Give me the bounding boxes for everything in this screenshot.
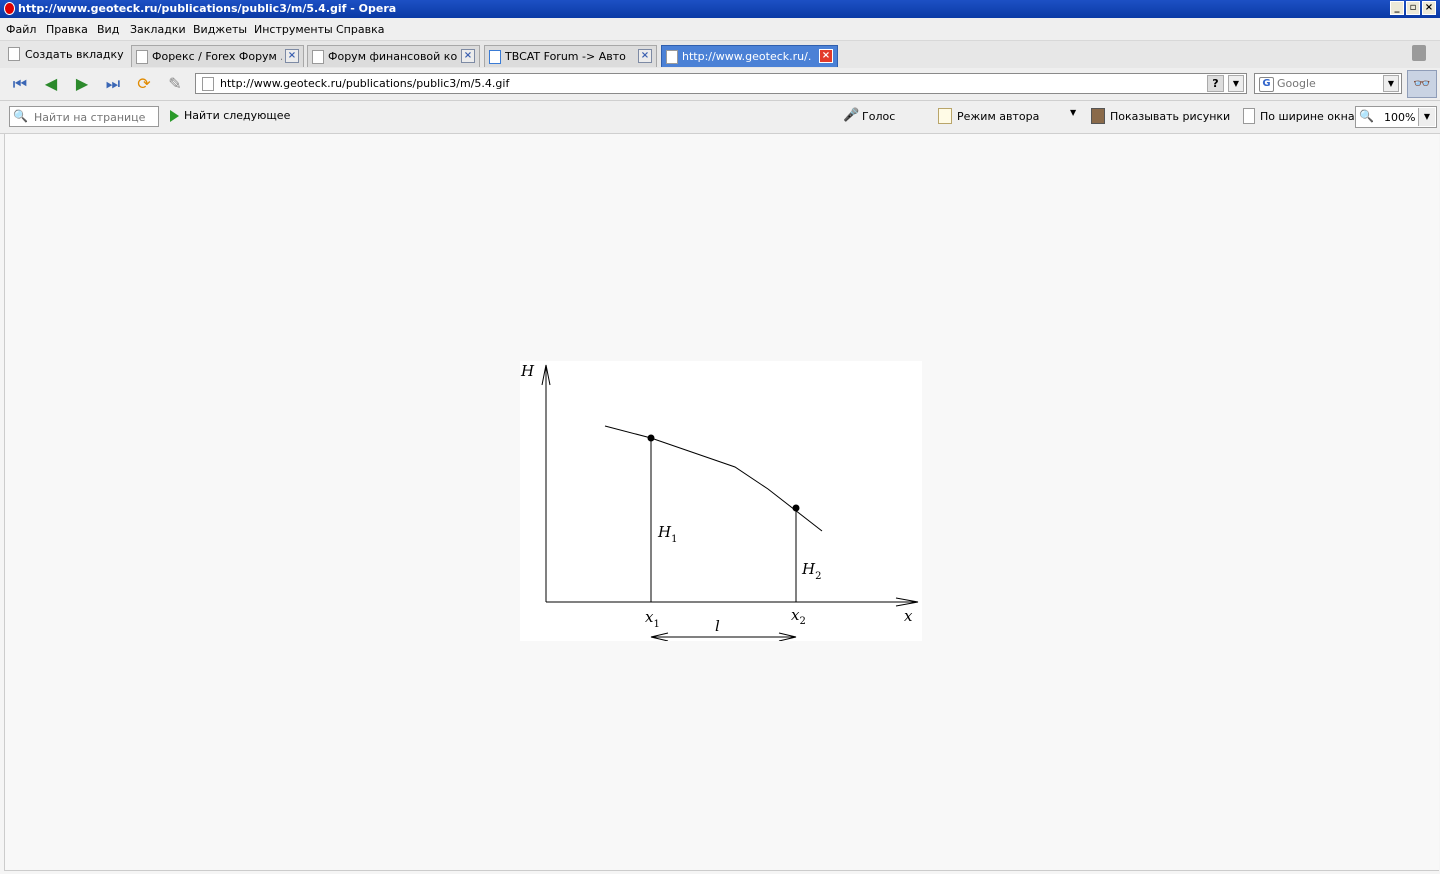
tab-label: TBCAT Forum -> Авто (505, 50, 626, 63)
search-input[interactable] (1277, 76, 1377, 91)
search-icon: 🔍 (13, 109, 28, 123)
show-images-button[interactable]: Показывать рисунки (1091, 108, 1230, 124)
author-mode-dropdown-icon[interactable]: ▼ (1070, 108, 1076, 117)
tab-label: http://www.geoteck.ru/... (682, 50, 812, 63)
google-icon: G (1259, 77, 1274, 92)
page-icon (202, 77, 214, 91)
restore-button[interactable]: ▫ (1406, 1, 1420, 15)
images-icon (1091, 108, 1105, 124)
tab-forex[interactable]: Форекс / Forex Форум ... × (131, 45, 304, 67)
tab-tbcat-forum[interactable]: TBCAT Forum -> Авто × (484, 45, 657, 67)
point-1 (647, 434, 655, 442)
zoom-select[interactable]: 🔍 100% ▼ (1355, 106, 1437, 128)
navigation-bar: ⏮ ◀ ▶ ⏭ ⟳ ✎ http://www.geoteck.ru/public… (0, 68, 1440, 101)
find-box[interactable]: 🔍 (9, 106, 159, 127)
new-tab-button[interactable]: Создать вкладку (8, 43, 124, 65)
tab-bar: Создать вкладку Форекс / Forex Форум ...… (0, 41, 1440, 68)
page-icon (666, 49, 678, 64)
author-mode-button[interactable]: Режим автора (938, 108, 1039, 124)
document-icon (938, 108, 952, 124)
find-next-label: Найти следующее (184, 109, 291, 122)
search-box[interactable]: G ▼ (1254, 73, 1402, 94)
trash-icon[interactable] (1412, 45, 1426, 61)
title-bar: http://www.geoteck.ru/publications/publi… (0, 0, 1440, 18)
page-icon (136, 49, 148, 64)
address-dropdown-icon[interactable]: ▼ (1228, 75, 1244, 92)
length-label: l (715, 617, 720, 635)
tab-finance-forum[interactable]: Форум финансовой ком... × (307, 45, 480, 67)
menu-bookmarks[interactable]: Закладки (130, 23, 186, 36)
tab-label: Форум финансовой ком... (328, 50, 458, 63)
menu-view[interactable]: Вид (97, 23, 119, 36)
figure-image: H x H1 H2 x1 x2 l (520, 361, 922, 642)
edit-pen-icon[interactable]: ✎ (164, 74, 186, 94)
help-button[interactable]: ? (1207, 75, 1224, 92)
new-tab-label: Создать вкладку (25, 47, 124, 61)
menu-edit[interactable]: Правка (46, 23, 88, 36)
find-next-button[interactable]: Найти следующее (170, 109, 290, 122)
back-icon[interactable]: ◀ (40, 74, 62, 94)
fast-forward-icon[interactable]: ⏭ (102, 74, 124, 94)
zoom-dropdown-icon[interactable]: ▼ (1418, 108, 1435, 126)
y-axis-label: H (520, 362, 535, 380)
figure-diagram: H x H1 H2 x1 x2 l (520, 361, 922, 642)
author-mode-label: Режим автора (957, 109, 1040, 123)
tab-geoteck[interactable]: http://www.geoteck.ru/... × (661, 45, 838, 67)
menu-widgets[interactable]: Виджеты (193, 23, 247, 36)
site-icon (489, 49, 501, 64)
x-axis-label: x (904, 607, 913, 625)
opera-icon (4, 2, 15, 15)
close-window-button[interactable]: × (1422, 1, 1436, 15)
zoom-icon: 🔍 (1359, 109, 1374, 123)
voice-label: Голос (862, 109, 896, 123)
fit-width-button[interactable]: По ширине окна (1243, 108, 1355, 124)
fit-width-label: По ширине окна (1260, 109, 1355, 123)
tab-label: Форекс / Forex Форум ... (152, 50, 282, 63)
url-text[interactable]: http://www.geoteck.ru/publications/publi… (220, 77, 509, 90)
new-page-icon (8, 47, 20, 61)
minimize-button[interactable]: _ (1390, 1, 1404, 15)
close-tab-icon[interactable]: × (285, 49, 299, 63)
reload-icon[interactable]: ⟳ (133, 74, 155, 94)
rewind-icon[interactable]: ⏮ (9, 74, 31, 94)
menu-tools[interactable]: Инструменты (254, 23, 333, 36)
forward-icon[interactable]: ▶ (71, 74, 93, 94)
show-images-label: Показывать рисунки (1110, 109, 1231, 123)
window-title: http://www.geoteck.ru/publications/publi… (18, 2, 397, 15)
menu-bar: Файл Правка Вид Закладки Виджеты Инструм… (0, 18, 1440, 41)
find-bar: 🔍 Найти следующее 🎤 Голос Режим автора ▼… (0, 101, 1440, 134)
close-tab-icon[interactable]: × (819, 49, 833, 63)
point-2 (792, 504, 800, 512)
voice-button[interactable]: 🎤 Голос (843, 108, 895, 124)
figure-background (520, 361, 922, 641)
find-input[interactable] (34, 110, 154, 124)
menu-help[interactable]: Справка (336, 23, 384, 36)
zoom-value: 100% (1384, 111, 1416, 124)
menu-file[interactable]: Файл (6, 23, 36, 36)
play-icon (170, 109, 179, 122)
close-tab-icon[interactable]: × (461, 49, 475, 63)
page-icon (312, 49, 324, 64)
address-bar[interactable]: http://www.geoteck.ru/publications/publi… (195, 73, 1247, 94)
window-controls: _ ▫ × (1390, 1, 1436, 15)
search-engine-dropdown-icon[interactable]: ▼ (1383, 75, 1399, 92)
close-tab-icon[interactable]: × (638, 49, 652, 63)
fit-width-icon (1243, 108, 1255, 124)
view-glasses-icon[interactable]: 👓 (1407, 70, 1437, 98)
microphone-icon: 🎤 (843, 108, 860, 123)
